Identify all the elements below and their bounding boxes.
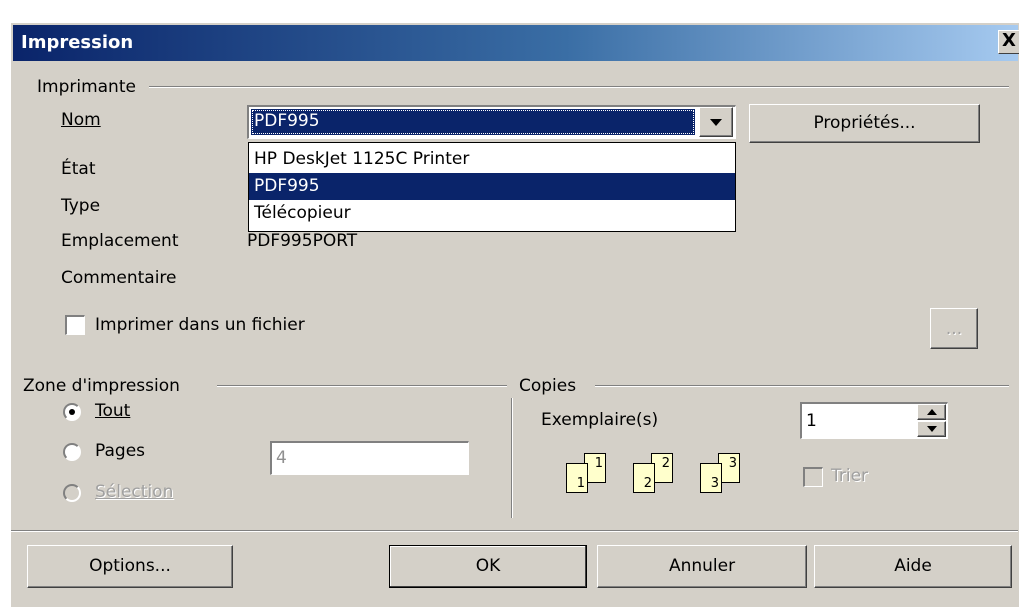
chevron-up-icon [927,409,937,415]
all-radio[interactable] [63,403,81,421]
collate-label: Trier [831,466,869,486]
options-button-label: Options... [89,556,171,576]
state-label: État [61,159,96,179]
pages-input-value: 4 [276,448,287,468]
printer-select-value-box: PDF995 [251,109,695,135]
print-to-file-label: Imprimer dans un fichier [95,315,305,335]
type-label: Type [61,196,101,216]
location-label: Emplacement [61,231,179,251]
properties-button[interactable]: Propriétés... [749,104,980,143]
print-range-group-divider [217,385,507,387]
printer-option-label: HP DeskJet 1125C Printer [254,149,470,169]
printer-select-value: PDF995 [254,111,320,131]
radio-dot [69,409,75,415]
copies-group-divider [595,385,1009,387]
printer-option[interactable]: Télécopieur [249,200,735,227]
printer-option[interactable]: HP DeskJet 1125C Printer [249,146,735,173]
page-icon: 3 [700,463,722,493]
window-title: Impression [21,32,134,53]
selection-radio-label: Sélection [95,482,173,502]
copies-vertical-divider [511,398,513,518]
close-button[interactable]: X [998,30,1019,54]
selection-radio[interactable] [63,484,81,502]
help-button[interactable]: Aide [814,545,1012,588]
printer-select[interactable]: PDF995 [247,105,736,139]
all-radio-label: Tout [95,401,130,421]
pages-radio-label: Pages [95,441,146,461]
close-icon: X [1002,30,1016,51]
printer-group-divider [149,86,1009,88]
collate-checkbox[interactable] [803,467,823,487]
cancel-button-label: Annuler [668,556,736,576]
page-icon: 2 [633,463,655,493]
printer-option-selected[interactable]: PDF995 [249,173,735,200]
options-button[interactable]: Options... [27,545,233,588]
all-radio-label-text: Tout [95,401,131,421]
browse-file-button[interactable]: ... [930,308,978,349]
printer-group-label: Imprimante [37,77,136,97]
name-label: Nom [61,110,101,130]
browse-file-button-label: ... [945,319,963,339]
copies-count-value: 1 [806,411,817,431]
chevron-down-icon [710,119,722,126]
chevron-down-icon [927,426,937,432]
print-dialog: Impression X Imprimante Nom PDF995 Propr… [10,22,1019,607]
ok-button-label: OK [475,556,501,576]
printer-option-label: Télécopieur [254,203,351,223]
printer-dropdown-list: HP DeskJet 1125C Printer PDF995 Télécopi… [248,142,736,232]
comment-label: Commentaire [61,268,177,288]
title-bar[interactable]: Impression X [13,25,1019,61]
pages-input[interactable]: 4 [270,441,469,475]
copies-group-label: Copies [519,376,577,396]
copies-count-label: Exemplaire(s) [541,410,659,430]
print-to-file-checkbox[interactable] [65,315,85,335]
page-icon: 1 [566,463,588,493]
help-button-label: Aide [894,556,932,576]
properties-button-label: Propriétés... [813,113,916,133]
print-range-group-label: Zone d'impression [23,376,180,396]
copies-spinner[interactable]: 1 [800,402,948,439]
collate-illustration: 1 1 2 2 3 3 [556,453,756,513]
ok-button[interactable]: OK [389,545,587,588]
copies-decrement-button[interactable] [917,421,946,437]
selection-radio-label-text: Sélection [95,482,174,502]
location-value: PDF995PORT [247,231,358,251]
pages-radio[interactable] [63,443,81,461]
copies-increment-button[interactable] [917,404,946,420]
cancel-button[interactable]: Annuler [597,545,807,588]
name-label-text: Nom [61,110,101,130]
bottom-divider [11,530,1018,532]
printer-dropdown-button[interactable] [699,107,733,137]
printer-option-label: PDF995 [254,176,320,196]
